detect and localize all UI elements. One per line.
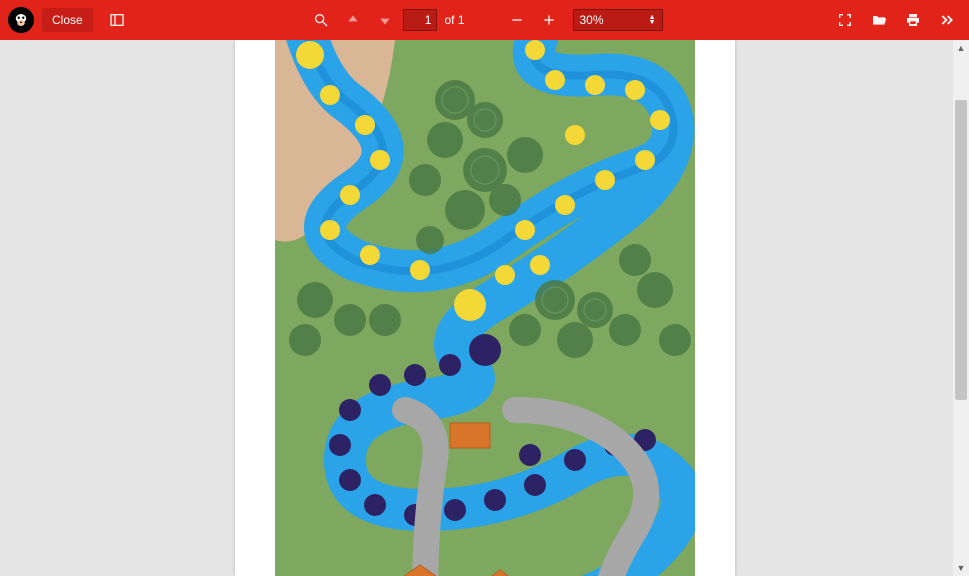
select-arrows-icon: ▲▼ [649, 15, 656, 25]
sidebar-toggle-button[interactable] [103, 6, 131, 34]
app-logo [8, 7, 34, 33]
folder-open-icon [871, 12, 887, 28]
scroll-down-button[interactable]: ▼ [953, 560, 969, 576]
center-controls: of 1 30% ▲▼ [306, 0, 662, 40]
right-controls [831, 6, 961, 34]
page-count-label: of 1 [444, 13, 464, 27]
page-image [275, 40, 695, 576]
print-icon [905, 12, 921, 28]
find-button[interactable] [306, 6, 334, 34]
arrow-down-icon [376, 12, 392, 28]
arrow-up-icon [344, 12, 360, 28]
close-button[interactable]: Close [42, 8, 93, 32]
chevron-double-right-icon [939, 12, 955, 28]
pdf-page [235, 40, 735, 576]
monkey-icon [12, 11, 30, 29]
fullscreen-icon [837, 12, 853, 28]
next-page-button[interactable] [370, 6, 398, 34]
minus-icon [509, 12, 525, 28]
prev-page-button[interactable] [338, 6, 366, 34]
zoom-value-label: 30% [580, 13, 604, 27]
zoom-out-button[interactable] [503, 6, 531, 34]
scroll-thumb[interactable] [955, 100, 967, 400]
zoom-in-button[interactable] [535, 6, 563, 34]
print-button[interactable] [899, 6, 927, 34]
open-file-button[interactable] [865, 6, 893, 34]
sidebar-icon [109, 12, 125, 28]
search-icon [312, 12, 328, 28]
plus-icon [541, 12, 557, 28]
zoom-select[interactable]: 30% ▲▼ [573, 9, 663, 31]
scroll-up-button[interactable]: ▲ [953, 40, 969, 56]
vertical-scrollbar[interactable]: ▲ ▼ [953, 40, 969, 576]
document-viewport [0, 40, 969, 576]
pdf-toolbar: Close of 1 30% ▲▼ [0, 0, 969, 40]
page-number-input[interactable] [402, 9, 436, 31]
tools-button[interactable] [933, 6, 961, 34]
presentation-button[interactable] [831, 6, 859, 34]
